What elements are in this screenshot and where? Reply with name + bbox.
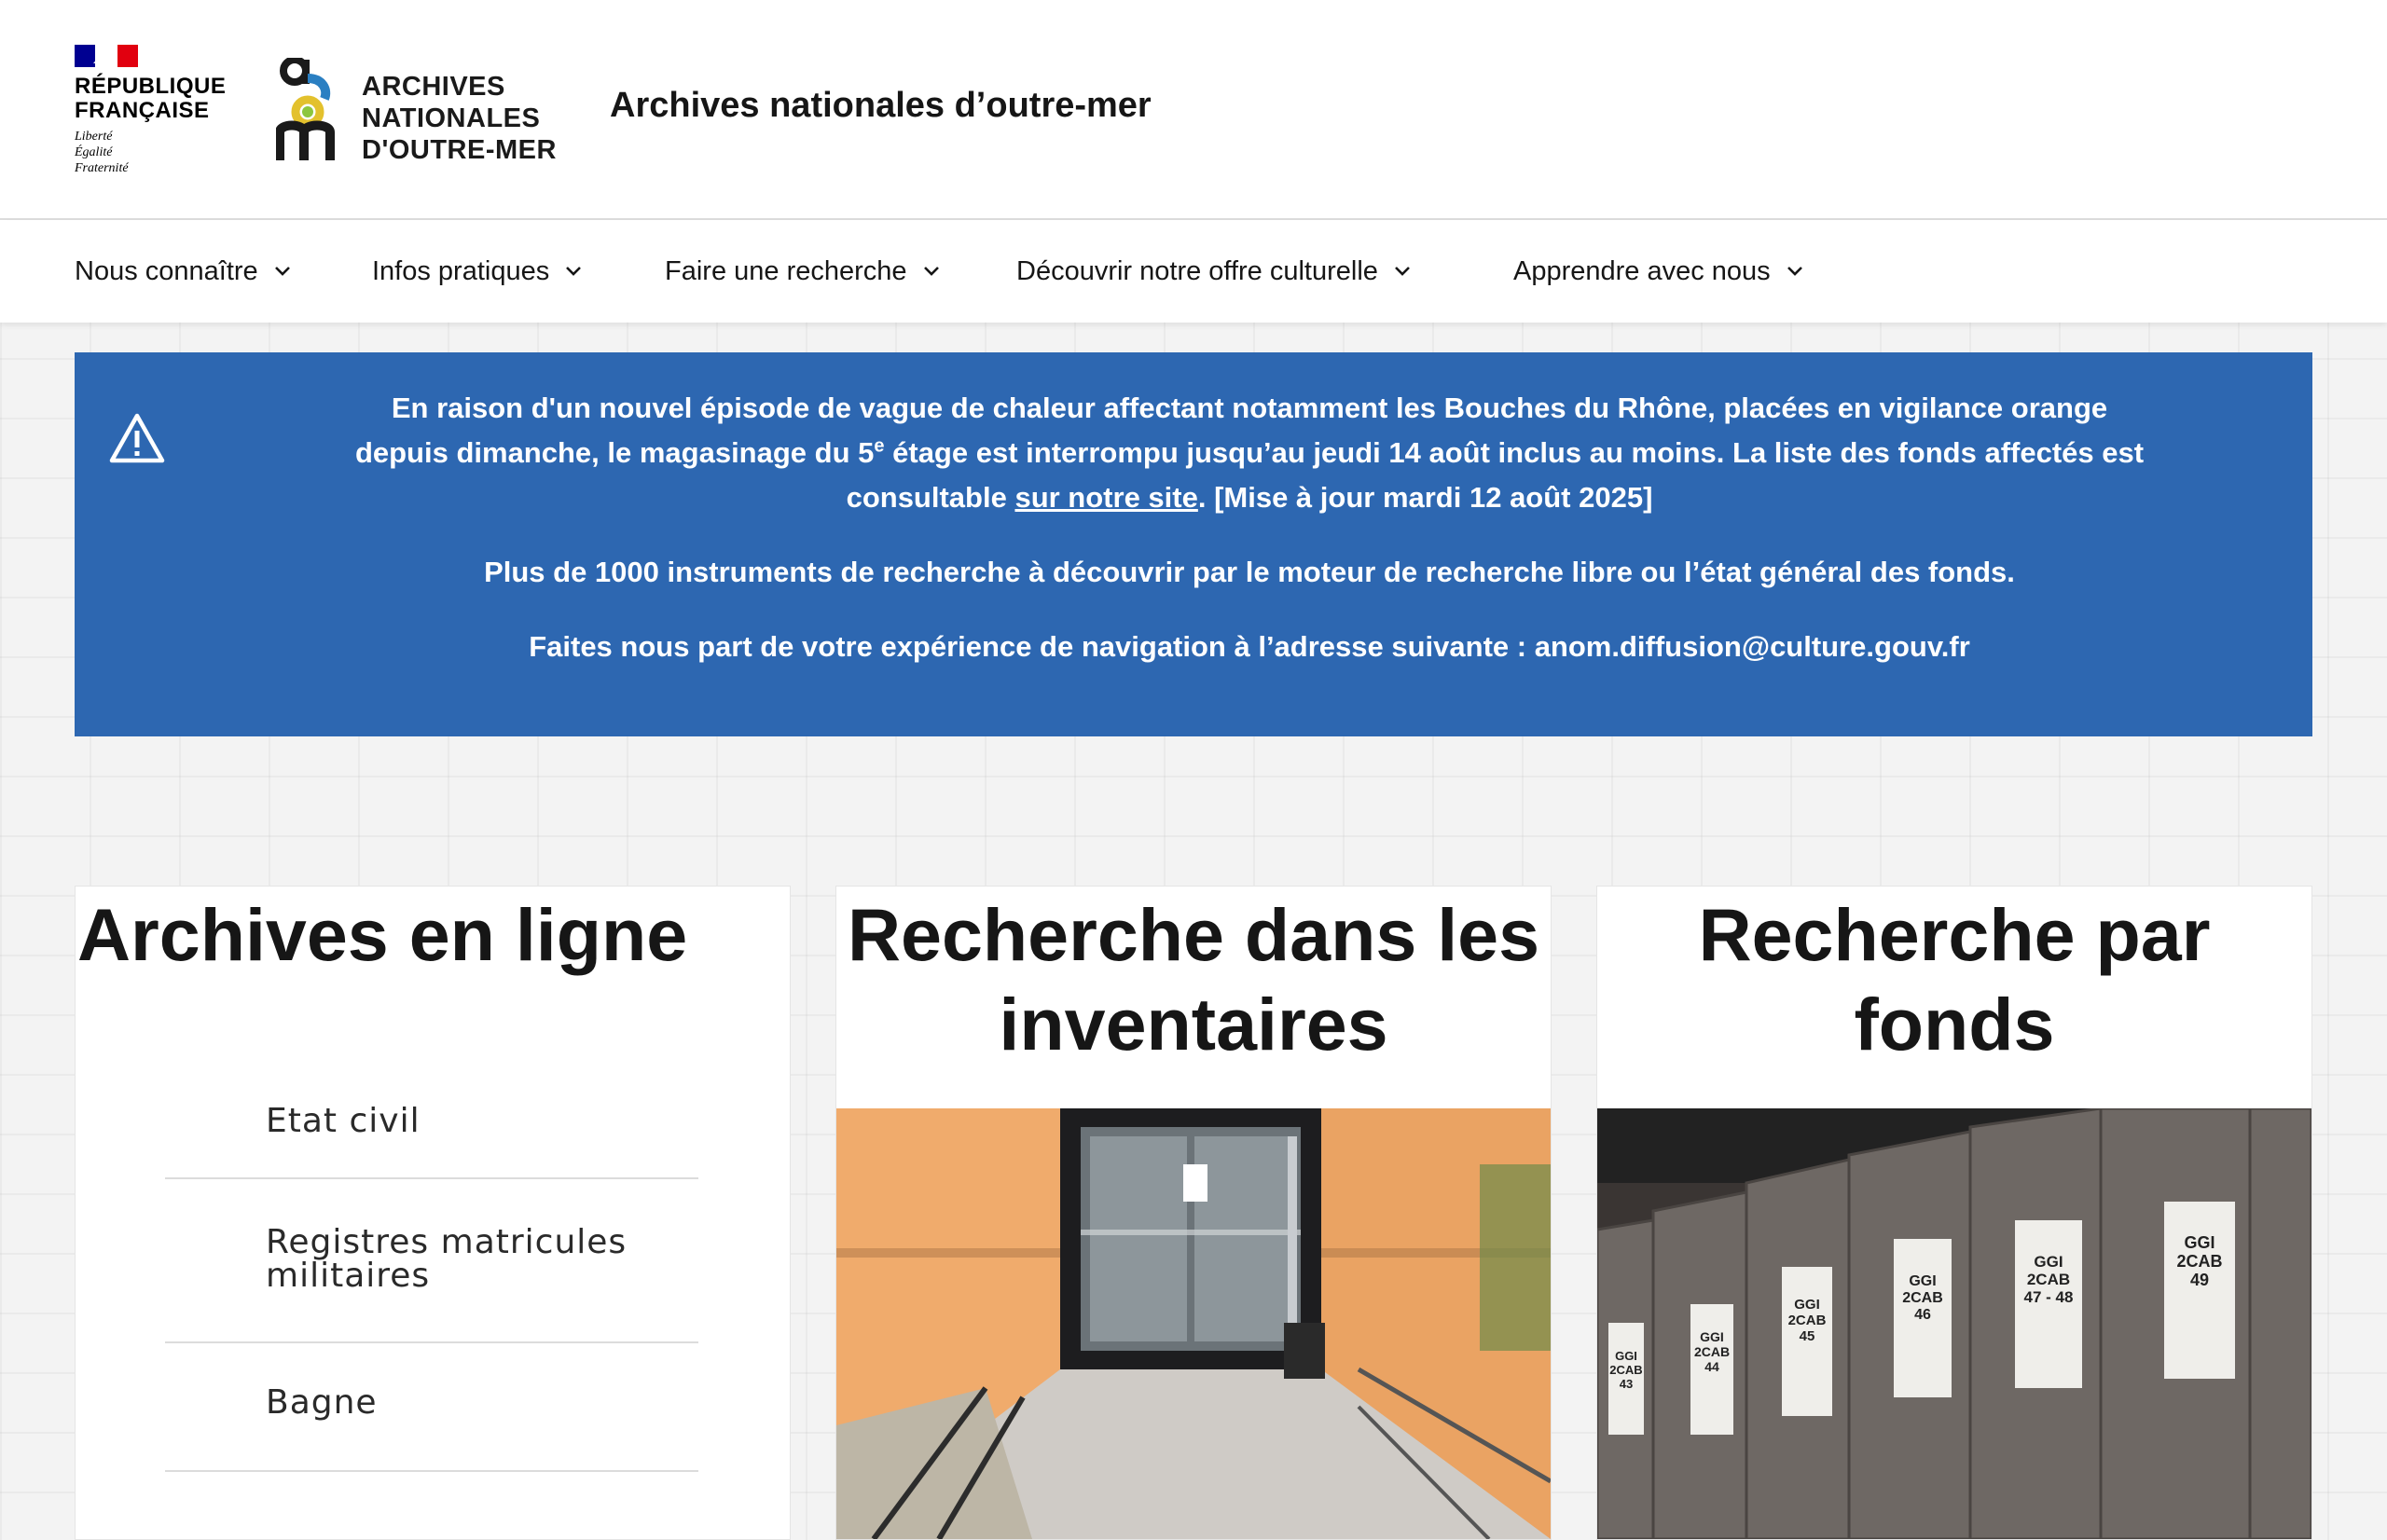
list-item-registres-matricules[interactable]: Registres matricules militaires <box>165 1179 698 1343</box>
nav-nous-connaitre[interactable]: Nous connaître <box>75 220 292 323</box>
french-flag-icon <box>75 45 138 67</box>
building-entrance-image <box>836 1108 1551 1539</box>
box-label-1: GGI <box>1615 1349 1637 1363</box>
chevron-down-icon <box>923 267 939 276</box>
box-label-2: 2CAB <box>1694 1344 1730 1359</box>
francaise-label: FRANÇAISE <box>75 98 210 123</box>
box-label-3: 2CAB <box>1788 1313 1827 1328</box>
alert-line-1: En raison d'un nouvel épisode de vague d… <box>391 392 2108 424</box>
box-label-6: GGI <box>2184 1233 2215 1252</box>
box-label-5: GGI <box>2034 1253 2063 1271</box>
alert-superscript: e <box>874 435 885 457</box>
box-label-5: 2CAB <box>2027 1271 2070 1288</box>
alert-banner: En raison d'un nouvel épisode de vague d… <box>75 352 2312 736</box>
box-label-4: 2CAB <box>1902 1290 1943 1306</box>
box-label-4: 46 <box>1914 1307 1931 1323</box>
box-label-1: 43 <box>1620 1377 1633 1391</box>
anom-line-2: NATIONALES <box>362 103 541 133</box>
republique-label: RÉPUBLIQUE <box>75 74 227 99</box>
chevron-down-icon <box>274 267 290 276</box>
list-item-label: Registres matricules militaires <box>266 1223 628 1295</box>
chevron-down-icon <box>566 267 582 276</box>
sur-notre-site-link[interactable]: sur notre site <box>1014 481 1197 514</box>
list-item-etat-civil[interactable]: Etat civil <box>165 1084 698 1179</box>
alert-line-3b: . [Mise à jour mardi 12 août 2025] <box>1197 481 1653 514</box>
box-label-2: GGI <box>1700 1329 1724 1344</box>
alert-line-2a: depuis dimanche, le magasinage du 5 <box>354 436 875 469</box>
archive-boxes-image: GGI2CAB43GGI2CAB44GGI2CAB45GGI2CAB46GGI2… <box>1597 1108 2311 1539</box>
card-title: Recherche par fonds <box>1698 893 2211 1066</box>
anom-line-1: ARCHIVES <box>362 72 505 102</box>
nav-infos-pratiques[interactable]: Infos pratiques <box>372 220 583 323</box>
motto-egalite: Égalité <box>75 145 113 159</box>
list-item-label: Bagne <box>266 1383 378 1422</box>
alert-message: En raison d'un nouvel épisode de vague d… <box>224 386 2275 520</box>
nav-faire-une-recherche[interactable]: Faire une recherche <box>665 220 941 323</box>
alert-instruments: Plus de 1000 instruments de recherche à … <box>484 556 2015 588</box>
nav-label: Découvrir notre offre culturelle <box>1016 255 1378 286</box>
card-recherche-par-fonds[interactable]: Recherche par fonds GGI 2CAB 43 GGI 2CAB 44 GG… <box>1596 886 2312 1540</box>
box-label-1: 2CAB <box>1609 1363 1642 1377</box>
list-item-bagne[interactable]: Bagne <box>165 1343 698 1472</box>
nav-label: Infos pratiques <box>372 255 550 286</box>
alert-line-3a: consultable <box>846 481 1015 514</box>
box-label-5: 47 - 48 <box>2024 1288 2074 1306</box>
nav-label: Faire une recherche <box>665 255 907 286</box>
card-recherche-inventaires[interactable]: Recherche dans les inventaires <box>835 886 1552 1540</box>
chevron-down-icon <box>1787 267 1802 276</box>
chevron-down-icon <box>1395 267 1410 276</box>
nav-apprendre-avec-nous[interactable]: Apprendre avec nous <box>1513 220 1804 323</box>
warning-icon <box>109 413 165 463</box>
nav-offre-culturelle[interactable]: Découvrir notre offre culturelle <box>1016 220 1412 323</box>
republique-francaise-logo[interactable]: RÉPUBLIQUE FRANÇAISE Liberté Égalité Fra… <box>75 45 227 185</box>
box-label-4: GGI <box>1909 1273 1936 1289</box>
site-header: RÉPUBLIQUE FRANÇAISE Liberté Égalité Fra… <box>0 0 2387 220</box>
card-title: Recherche dans les inventaires <box>847 893 1540 1066</box>
nav-label: Nous connaître <box>75 255 258 286</box>
main-navigation: Nous connaître Infos pratiques Faire une… <box>0 220 2387 323</box>
box-label-6: 2CAB <box>2176 1252 2222 1271</box>
card-title: Archives en ligne <box>77 893 688 976</box>
alert-line-2b: étage est interrompu jusqu’au jeudi 14 a… <box>884 436 2145 469</box>
site-title[interactable]: Archives nationales d’outre-mer <box>610 86 1152 126</box>
alert-feedback: Faites nous part de votre expérience de … <box>529 630 1970 663</box>
anom-logo-text: ARCHIVES NATIONALES D'OUTRE-MER <box>362 71 557 166</box>
nav-label: Apprendre avec nous <box>1513 255 1771 286</box>
anom-logo-icon[interactable] <box>276 58 341 160</box>
motto-fraternite: Fraternité <box>75 161 129 175</box>
box-label-3: GGI <box>1794 1297 1820 1313</box>
box-label-3: 45 <box>1800 1328 1815 1344</box>
list-item-label: Etat civil <box>266 1102 421 1140</box>
box-label-2: 44 <box>1704 1359 1719 1374</box>
anom-line-3: D'OUTRE-MER <box>362 135 557 165</box>
motto-liberte: Liberté <box>75 130 113 144</box>
card-archives-en-ligne: Archives en ligne Etat civil Registres m… <box>75 886 791 1540</box>
box-label-6: 49 <box>2190 1271 2209 1289</box>
